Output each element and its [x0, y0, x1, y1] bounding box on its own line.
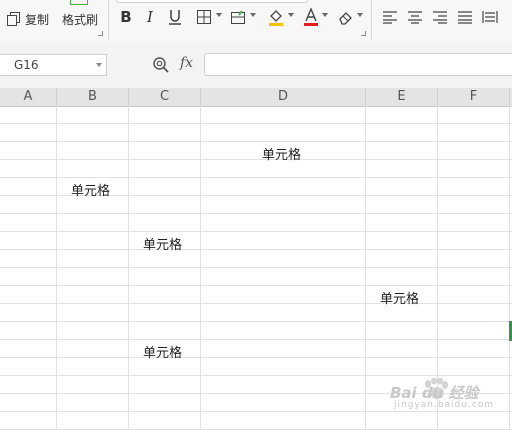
align-left-button[interactable]: [381, 7, 399, 27]
column-line: [365, 106, 366, 430]
column-line: [128, 106, 129, 430]
copy-button[interactable]: 复制: [7, 10, 49, 28]
column-headers: A B C D E F: [0, 88, 512, 107]
name-box[interactable]: G16: [0, 54, 107, 76]
font-color-dropdown-icon[interactable]: [322, 13, 328, 17]
format-painter-icon: [70, 0, 88, 5]
fill-color-button[interactable]: [266, 7, 286, 27]
distributed-align-button[interactable]: [481, 7, 499, 27]
name-box-dropdown-icon[interactable]: [96, 63, 102, 67]
cell-b5[interactable]: 单元格: [71, 180, 110, 199]
zoom-search-button[interactable]: [152, 56, 170, 74]
column-header-a[interactable]: A: [0, 88, 57, 106]
column-header-e[interactable]: E: [366, 88, 438, 106]
underline-icon: [169, 10, 181, 25]
column-line: [200, 106, 201, 430]
font-color-button[interactable]: [302, 7, 320, 27]
bold-icon: B: [120, 8, 132, 26]
row-line: [0, 177, 512, 178]
column-line: [509, 106, 510, 430]
align-right-icon: [433, 11, 447, 24]
row-line: [0, 267, 512, 268]
eraser-icon: [339, 12, 352, 25]
borders-dropdown-icon[interactable]: [216, 13, 222, 17]
ribbon-toolbar: 复制 格式刷 B I: [0, 0, 512, 45]
column-header-b[interactable]: B: [57, 88, 129, 106]
row-line: [0, 375, 512, 376]
column-header-c[interactable]: C: [129, 88, 201, 106]
name-box-value: G16: [14, 58, 39, 72]
row-line: [0, 339, 512, 340]
cell-c8[interactable]: 单元格: [143, 234, 182, 253]
borders-icon: [197, 10, 211, 24]
justify-icon: [458, 11, 472, 24]
cell-c14[interactable]: 单元格: [143, 342, 182, 361]
row-line: [0, 303, 512, 304]
bold-button[interactable]: B: [118, 7, 134, 27]
fill-color-dropdown-icon[interactable]: [288, 13, 294, 17]
cell-e11[interactable]: 单元格: [380, 288, 419, 307]
distributed-align-icon: [482, 11, 498, 23]
row-line: [0, 357, 512, 358]
align-right-button[interactable]: [431, 7, 449, 27]
zoom-search-icon: [153, 57, 169, 73]
underline-button[interactable]: [167, 7, 183, 27]
cell-style-icon: [231, 10, 245, 24]
copy-icon: [7, 12, 20, 26]
column-header-d[interactable]: D: [201, 88, 366, 106]
clear-format-button[interactable]: [337, 7, 355, 27]
formula-input[interactable]: [204, 53, 512, 76]
clear-format-dropdown-icon[interactable]: [357, 13, 363, 17]
italic-icon: I: [147, 8, 153, 26]
align-center-button[interactable]: [406, 7, 424, 27]
row-line: [0, 231, 512, 232]
align-center-icon: [408, 11, 422, 24]
row-line: [0, 285, 512, 286]
cell-style-dropdown-icon[interactable]: [250, 13, 256, 17]
watermark-url: jingyan.baidu.com: [394, 400, 495, 410]
clipboard-group-launcher-icon[interactable]: [98, 31, 103, 36]
column-line: [56, 106, 57, 430]
row-line: [0, 123, 512, 124]
row-line: [0, 249, 512, 250]
row-line: [0, 141, 512, 142]
cell-style-button[interactable]: [229, 7, 247, 27]
insert-function-button[interactable]: fx: [180, 55, 193, 71]
font-size-box[interactable]: [116, 0, 308, 3]
justify-button[interactable]: [456, 7, 474, 27]
column-header-f[interactable]: F: [438, 88, 510, 106]
format-painter-button[interactable]: 格式刷: [60, 0, 102, 36]
font-color-icon: [304, 8, 318, 26]
borders-button[interactable]: [195, 7, 213, 27]
baidu-watermark: Bai du 经验 jingyan.baidu.com: [390, 378, 493, 412]
align-left-icon: [383, 11, 397, 24]
italic-button[interactable]: I: [143, 7, 157, 27]
row-line: [0, 213, 512, 214]
row-line: [0, 321, 512, 322]
row-line: [0, 159, 512, 160]
cell-d3[interactable]: 单元格: [262, 144, 301, 163]
copy-label: 复制: [25, 12, 50, 27]
font-group-launcher-icon[interactable]: [361, 31, 366, 36]
fill-bucket-icon: [269, 10, 283, 26]
separator: [108, 0, 109, 40]
format-painter-label: 格式刷: [62, 13, 99, 27]
separator: [371, 0, 372, 40]
